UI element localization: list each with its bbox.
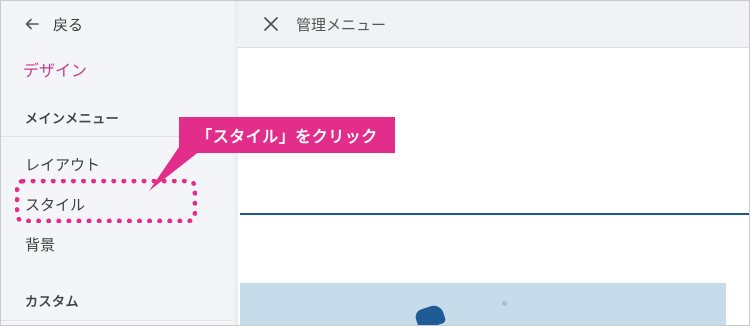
back-label: 戻る <box>53 15 84 34</box>
topbar-title: 管理メニュー <box>296 16 387 34</box>
customizer-sidebar: 戻る デザイン メインメニュー レイアウト スタイル 背景 カスタム <box>1 1 238 325</box>
back-button[interactable]: 戻る <box>25 13 83 35</box>
arrow-left-icon <box>25 18 39 30</box>
hero-image <box>240 283 726 325</box>
section-heading-main-menu: メインメニュー <box>25 112 120 127</box>
instruction-callout: 「スタイル」をクリック <box>179 117 395 153</box>
divider <box>1 320 232 321</box>
menu-item-style[interactable]: スタイル <box>25 194 85 215</box>
hero-detail <box>502 301 507 306</box>
panel-title: デザイン <box>23 61 88 80</box>
section-heading-custom: カスタム <box>25 295 80 310</box>
hero-object <box>413 303 447 325</box>
menu-item-background[interactable]: 背景 <box>25 234 55 255</box>
header-rule <box>240 213 749 215</box>
close-icon[interactable] <box>262 15 280 33</box>
site-preview[interactable] <box>238 48 749 325</box>
menu-item-layout[interactable]: レイアウト <box>25 154 100 175</box>
screenshot-frame: 戻る デザイン メインメニュー レイアウト スタイル 背景 カスタム 管理メニュ… <box>0 0 750 326</box>
preview-topbar: 管理メニュー <box>238 1 749 48</box>
